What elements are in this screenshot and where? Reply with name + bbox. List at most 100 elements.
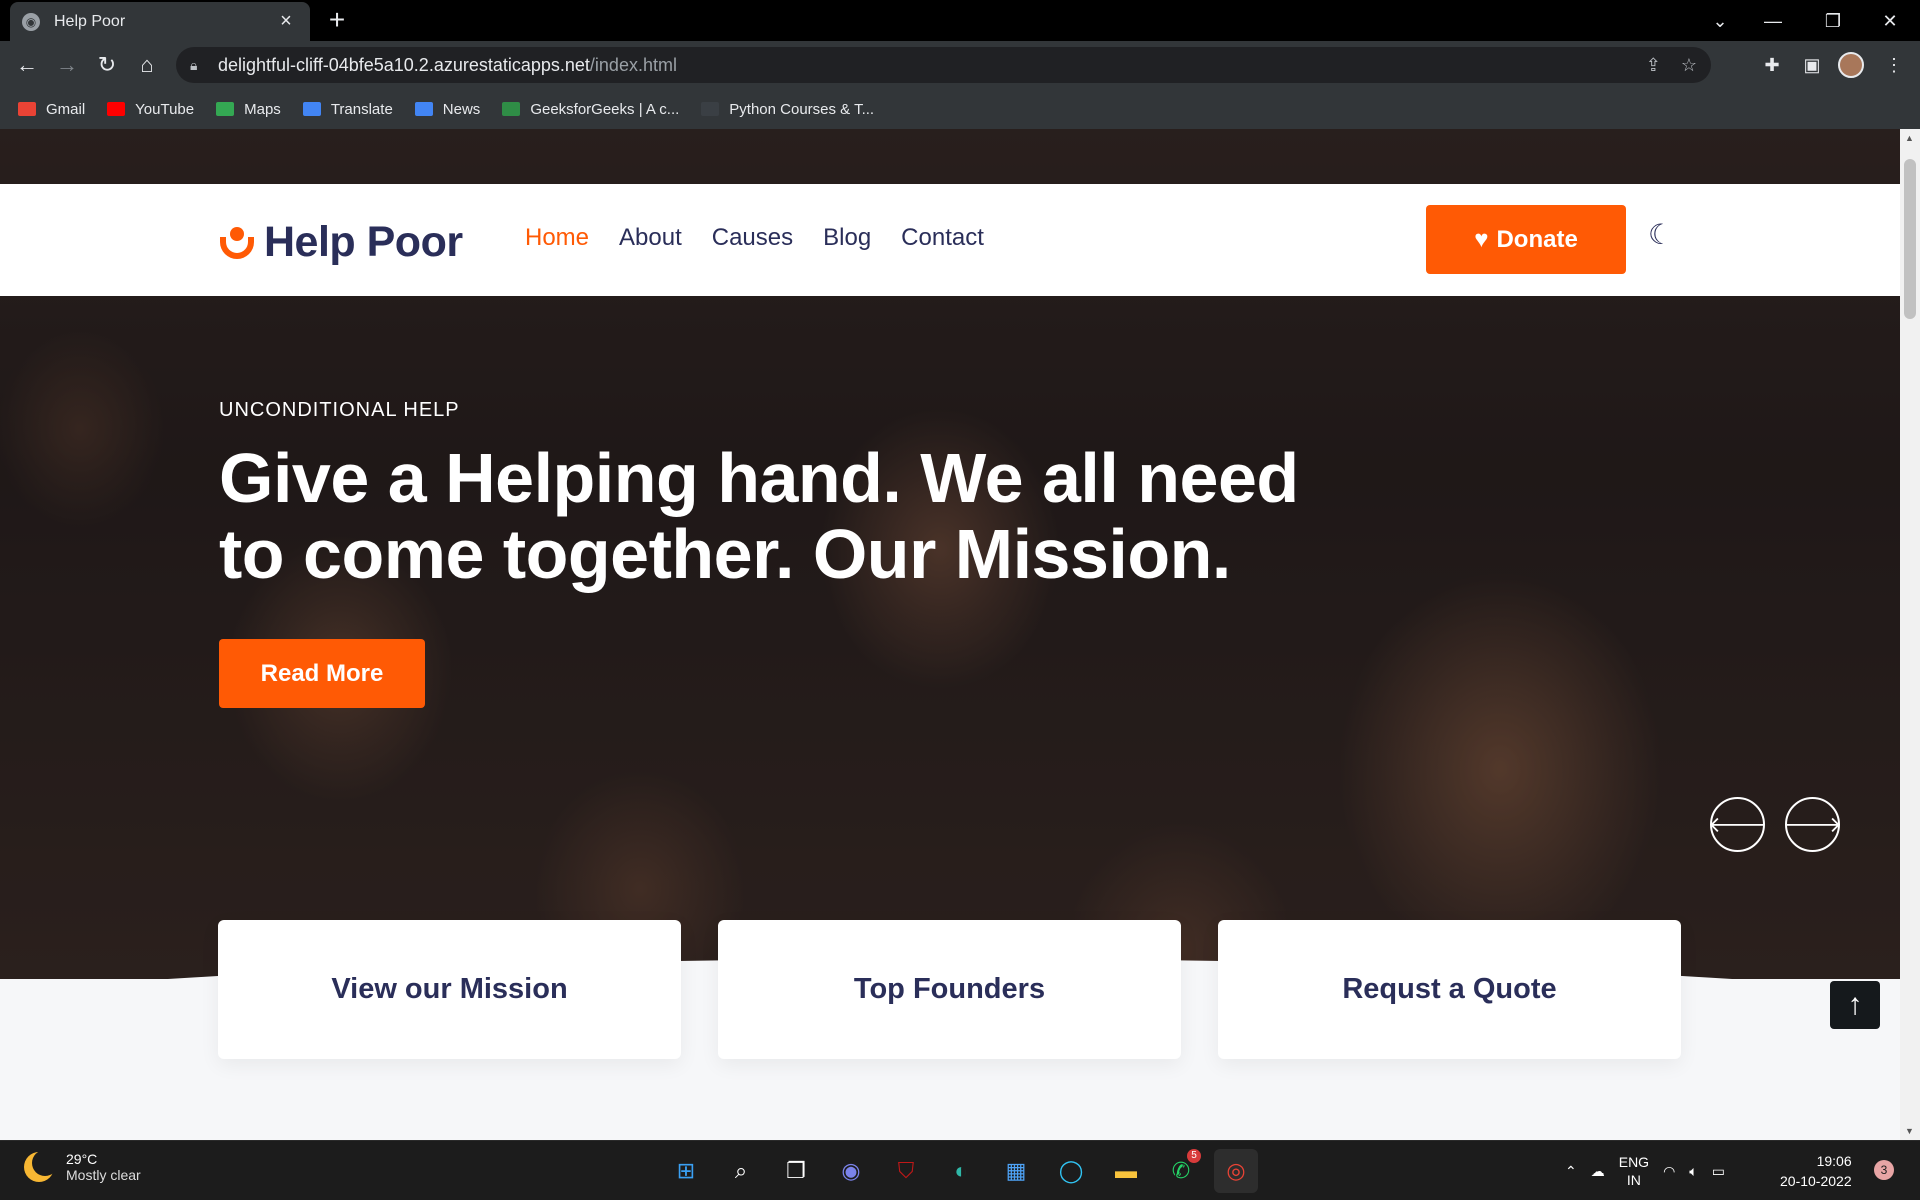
- scroll-down-arrow-icon[interactable]: ▼: [1905, 1126, 1914, 1136]
- search-icon[interactable]: ⌕: [719, 1149, 763, 1193]
- alexa-icon[interactable]: ◯: [1049, 1149, 1093, 1193]
- share-icon[interactable]: ⇪: [1646, 55, 1661, 76]
- bookmark-label: Maps: [244, 100, 281, 118]
- volume-icon[interactable]: 🔈︎: [1689, 1163, 1697, 1180]
- home-icon[interactable]: ⌂: [132, 50, 162, 80]
- store-icon[interactable]: ▦: [994, 1149, 1038, 1193]
- feature-card-founders[interactable]: Top Founders: [718, 920, 1181, 1059]
- url-path: /index.html: [589, 54, 677, 75]
- back-icon[interactable]: ←: [12, 50, 42, 80]
- nav-link-causes[interactable]: Causes: [712, 224, 793, 252]
- next-slide-arrow-icon[interactable]: 🡒: [1783, 797, 1842, 852]
- address-bar[interactable]: 🔒︎ delightful-cliff-04bfe5a10.2.azuresta…: [176, 47, 1711, 83]
- bookmark-favicon-icon: [216, 102, 235, 116]
- donate-label: Donate: [1496, 225, 1578, 253]
- battery-icon[interactable]: ▭: [1712, 1163, 1725, 1180]
- restore-button[interactable]: ❐: [1813, 6, 1853, 36]
- close-tab-icon[interactable]: ×: [274, 10, 298, 33]
- side-panel-icon[interactable]: ▣: [1798, 51, 1826, 79]
- onedrive-icon[interactable]: ☁: [1591, 1163, 1605, 1180]
- bookmark-item[interactable]: Python Courses & T...: [701, 101, 874, 118]
- hero-headline: Give a Helping hand. We all need to come…: [219, 439, 1299, 593]
- chrome-icon[interactable]: ◎: [1214, 1149, 1258, 1193]
- tab-title: Help Poor: [54, 12, 126, 30]
- edge-icon[interactable]: ◐: [939, 1149, 983, 1193]
- windows-start-icon[interactable]: ⊞: [664, 1149, 708, 1193]
- site-logo[interactable]: Help Poor: [218, 218, 463, 267]
- scroll-to-top-button[interactable]: ↑: [1830, 981, 1880, 1029]
- hero-content: UNCONDITIONAL HELP Give a Helping hand. …: [219, 399, 1319, 592]
- hands-heart-icon: [218, 223, 256, 263]
- whatsapp-icon[interactable]: ✆ 5: [1159, 1149, 1203, 1193]
- browser-tab[interactable]: ◉ Help Poor ×: [10, 2, 310, 41]
- bookmark-item[interactable]: Translate: [302, 100, 393, 118]
- task-view-icon[interactable]: ❐: [774, 1149, 818, 1193]
- main-nav: Home About Causes Blog Contact: [525, 224, 984, 252]
- taskbar-apps: ⊞ ⌕ ❐ ◉ ⛉ ◐ ▦ ◯ ▬ ✆ 5 ◎: [664, 1149, 1258, 1193]
- bookmark-item[interactable]: YouTube: [107, 101, 194, 118]
- nav-link-about[interactable]: About: [619, 224, 682, 252]
- lock-icon[interactable]: 🔒︎: [190, 57, 202, 74]
- reload-icon[interactable]: ↻: [92, 50, 122, 80]
- nav-link-home[interactable]: Home: [525, 224, 589, 252]
- page-scrollbar[interactable]: ▲ ▼: [1900, 129, 1920, 1140]
- mcafee-icon[interactable]: ⛉: [884, 1149, 928, 1193]
- bookmark-favicon-icon: [414, 102, 433, 116]
- donate-button[interactable]: ♥ Donate: [1426, 205, 1626, 274]
- omnibox-actions: ⇪ ☆: [1646, 55, 1697, 76]
- bookmarks-bar: Gmail YouTube Maps Translate News GeeksforGee…: [0, 89, 1920, 129]
- url-host: delightful-cliff-04bfe5a10.2.azurestatic…: [218, 54, 590, 75]
- chevron-up-icon[interactable]: ⌃: [1565, 1163, 1577, 1180]
- lang-region: IN: [1626, 1172, 1641, 1188]
- clock-date: 20-10-2022: [1780, 1173, 1852, 1189]
- bookmark-item[interactable]: Gmail: [18, 101, 85, 118]
- teams-chat-icon[interactable]: ◉: [829, 1149, 873, 1193]
- weather-condition: Mostly clear: [66, 1167, 141, 1183]
- logo-text: Help Poor: [264, 218, 463, 266]
- feature-card-mission[interactable]: View our Mission: [218, 920, 681, 1059]
- file-explorer-icon[interactable]: ▬: [1104, 1149, 1148, 1193]
- globe-icon: ◉: [22, 12, 40, 31]
- close-window-button[interactable]: ✕: [1870, 6, 1910, 36]
- arrow-up-icon: ↑: [1847, 988, 1863, 1021]
- extensions-icon[interactable]: ✚: [1758, 51, 1786, 79]
- bookmark-item[interactable]: News: [414, 101, 480, 118]
- site-header: Help Poor Home About Causes Blog Contact ♥ D…: [0, 184, 1900, 296]
- bookmark-star-icon[interactable]: ☆: [1681, 55, 1697, 76]
- screen: ◉ Help Poor × + ⌄ — ❐ ✕ ← → ↻ ⌂ 🔒︎ delig…: [0, 0, 1920, 1200]
- forward-icon[interactable]: →: [52, 50, 82, 80]
- bookmark-item[interactable]: Maps: [216, 101, 281, 118]
- menu-kebab-icon[interactable]: ⋮: [1880, 51, 1908, 79]
- notification-badge[interactable]: 3: [1874, 1160, 1894, 1180]
- bookmark-favicon-icon: [18, 102, 36, 116]
- bookmark-label: GeeksforGeeks | A c...: [530, 100, 680, 118]
- clock[interactable]: 19:06 20-10-2022: [1780, 1151, 1852, 1191]
- bookmark-item[interactable]: GeeksforGeeks | A c...: [502, 101, 679, 118]
- bookmark-label: Translate: [330, 100, 393, 118]
- bookmark-label: Gmail: [46, 100, 86, 118]
- nav-link-blog[interactable]: Blog: [823, 224, 871, 252]
- prev-slide-arrow-icon[interactable]: 🡐: [1708, 797, 1767, 852]
- system-tray: ⌃ ☁ ENG IN ◠ 🔈︎ ▭: [1565, 1153, 1725, 1189]
- minimize-button[interactable]: —: [1753, 6, 1793, 36]
- weather-widget[interactable]: 29°C Mostly clear: [24, 1150, 141, 1183]
- whatsapp-badge: 5: [1187, 1149, 1201, 1163]
- bookmark-label: Python Courses & T...: [729, 100, 875, 118]
- bookmark-label: YouTube: [135, 100, 195, 118]
- profile-avatar[interactable]: [1838, 52, 1864, 78]
- weather-temp: 29°C: [66, 1151, 98, 1167]
- tab-strip: ◉ Help Poor × + ⌄ — ❐ ✕: [0, 0, 1920, 41]
- scroll-up-arrow-icon[interactable]: ▲: [1905, 133, 1914, 143]
- bookmark-favicon-icon: [701, 102, 720, 116]
- nav-link-contact[interactable]: Contact: [901, 224, 984, 252]
- wifi-icon[interactable]: ◠: [1663, 1163, 1675, 1180]
- scrollbar-thumb[interactable]: [1904, 159, 1916, 319]
- read-more-button[interactable]: Read More: [219, 639, 425, 708]
- bookmark-favicon-icon: [302, 102, 321, 116]
- new-tab-button[interactable]: +: [322, 6, 352, 36]
- bookmark-favicon-icon: [502, 102, 521, 116]
- feature-card-quote[interactable]: Requst a Quote: [1218, 920, 1681, 1059]
- moon-icon[interactable]: ☾: [1648, 220, 1678, 250]
- language-indicator[interactable]: ENG IN: [1619, 1153, 1649, 1189]
- tab-search-icon[interactable]: ⌄: [1700, 6, 1740, 36]
